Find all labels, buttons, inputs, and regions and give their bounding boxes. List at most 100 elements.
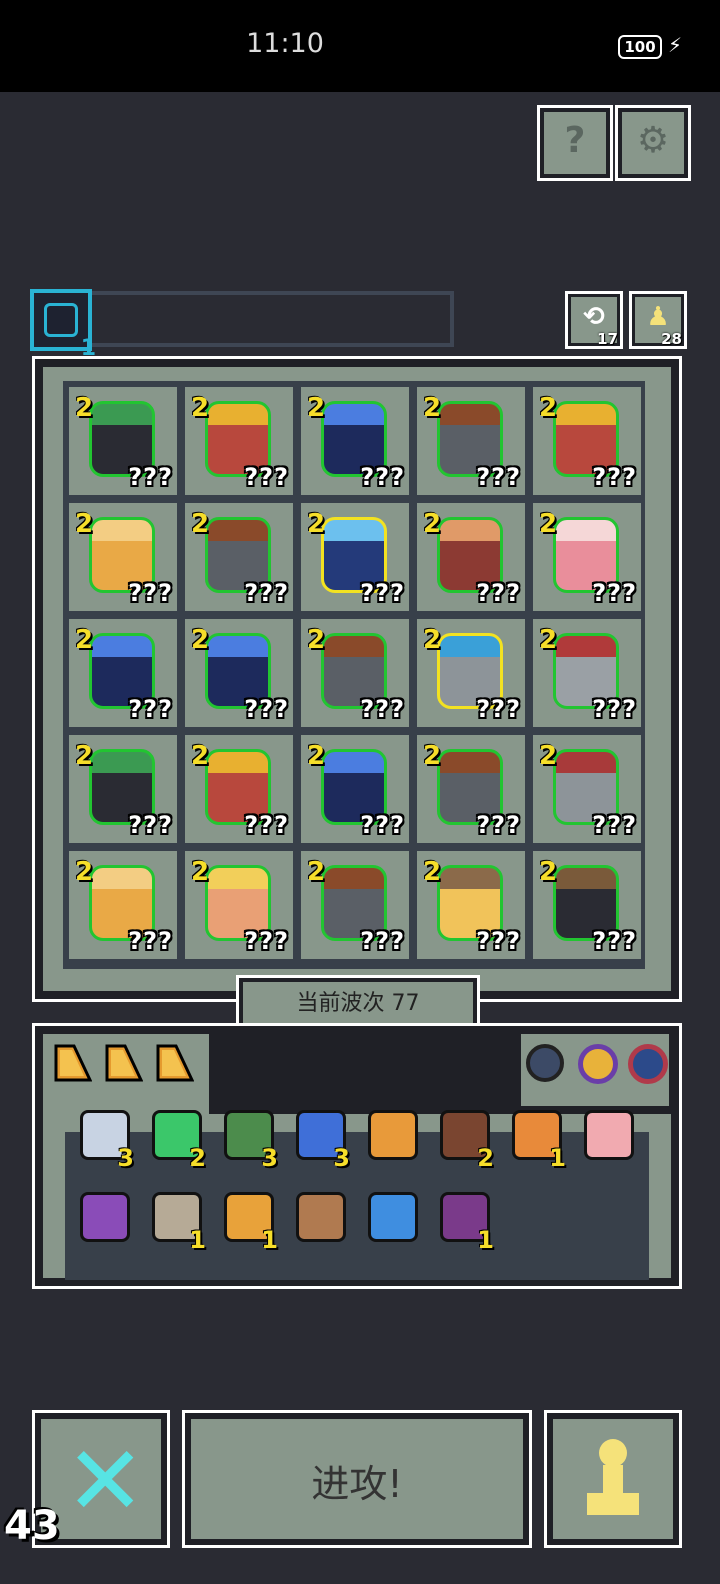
gold-ring-relic-icon[interactable] — [578, 1044, 618, 1084]
settings-button[interactable]: ⚙ — [615, 105, 691, 181]
unit-cell[interactable]: 2??? — [417, 503, 525, 611]
unit-cell[interactable]: 2??? — [533, 735, 641, 843]
gear-icon: ⚙ — [636, 120, 670, 161]
unit-level: 2 — [191, 857, 210, 887]
unit-level: 2 — [75, 393, 94, 423]
charging-icon: ⚡ — [668, 33, 683, 57]
unit-unknown-label: ??? — [244, 695, 289, 723]
item-count: 2 — [477, 1144, 494, 1172]
unit-cell[interactable]: 2??? — [301, 851, 409, 959]
unit-cell[interactable]: 2??? — [69, 619, 177, 727]
unit-cell[interactable]: 2??? — [185, 619, 293, 727]
unit-cell[interactable]: 2??? — [185, 851, 293, 959]
unit-level: 2 — [423, 857, 442, 887]
unit-level: 2 — [75, 625, 94, 655]
unit-cell[interactable]: 2??? — [185, 503, 293, 611]
inventory-item[interactable] — [288, 1186, 350, 1248]
unit-level: 2 — [191, 741, 210, 771]
feather-icon — [296, 1192, 346, 1242]
refresh-button[interactable]: ⟲ 17 — [565, 291, 623, 349]
item-count: 3 — [261, 1144, 278, 1172]
unit-unknown-label: ??? — [360, 927, 405, 955]
inventory-item[interactable] — [360, 1104, 422, 1166]
inventory-item[interactable]: 1 — [504, 1104, 566, 1172]
status-bar: 11:10 100 ⚡ — [0, 0, 720, 92]
inventory-item[interactable]: 2 — [432, 1104, 494, 1172]
unit-unknown-label: ??? — [128, 463, 173, 491]
gold-wedge-icon[interactable] — [54, 1044, 92, 1082]
unit-unknown-label: ??? — [476, 695, 521, 723]
unit-unknown-label: ??? — [476, 927, 521, 955]
attack-button[interactable]: 进攻! — [182, 1410, 532, 1548]
units-button[interactable]: ♟ 28 — [629, 291, 687, 349]
unit-cell[interactable]: 2??? — [417, 619, 525, 727]
unit-unknown-label: ??? — [476, 579, 521, 607]
gold-wedge-icon[interactable] — [105, 1044, 143, 1082]
unit-unknown-label: ??? — [360, 695, 405, 723]
unit-cell[interactable]: 2??? — [69, 851, 177, 959]
unit-unknown-label: ??? — [360, 463, 405, 491]
unit-level: 2 — [75, 741, 94, 771]
blue-flame-icon — [368, 1192, 418, 1242]
unit-level: 2 — [191, 393, 210, 423]
units-menu-button[interactable] — [544, 1410, 682, 1548]
item-count: 1 — [261, 1226, 278, 1254]
armor-relic-icon[interactable] — [526, 1044, 564, 1082]
help-button[interactable]: ? — [537, 105, 613, 181]
item-count: 1 — [549, 1144, 566, 1172]
question-icon: ? — [564, 120, 586, 161]
unit-cell[interactable]: 2??? — [69, 735, 177, 843]
inventory-item[interactable] — [576, 1104, 638, 1166]
unit-level: 2 — [539, 509, 558, 539]
unit-cell[interactable]: 2??? — [185, 387, 293, 495]
unit-cell[interactable]: 2??? — [533, 851, 641, 959]
unit-unknown-label: ??? — [360, 811, 405, 839]
unit-level: 2 — [307, 393, 326, 423]
crossed-swords-icon: ✕ — [65, 1425, 146, 1537]
unit-cell[interactable]: 2??? — [533, 503, 641, 611]
inventory-item[interactable] — [72, 1186, 134, 1248]
unit-unknown-label: ??? — [128, 811, 173, 839]
unit-cell[interactable]: 2??? — [301, 503, 409, 611]
inventory-item[interactable]: 1 — [432, 1186, 494, 1254]
unit-cell[interactable]: 2??? — [533, 619, 641, 727]
unit-cell[interactable]: 2??? — [417, 851, 525, 959]
unit-cell[interactable]: 2??? — [69, 387, 177, 495]
inventory-item[interactable]: 1 — [144, 1186, 206, 1254]
inventory-item[interactable]: 1 — [216, 1186, 278, 1254]
unit-unknown-label: ??? — [244, 579, 289, 607]
unit-level: 2 — [539, 857, 558, 887]
unit-count: 28 — [661, 330, 682, 348]
unit-cell[interactable]: 2??? — [301, 735, 409, 843]
crown-icon — [368, 1110, 418, 1160]
unit-cell[interactable]: 2??? — [533, 387, 641, 495]
unit-level: 2 — [75, 509, 94, 539]
unit-unknown-label: ??? — [592, 463, 637, 491]
ability-slot[interactable]: 1 — [30, 289, 96, 361]
unit-level: 2 — [539, 625, 558, 655]
unit-unknown-label: ??? — [128, 927, 173, 955]
unit-cell[interactable]: 2??? — [69, 503, 177, 611]
unit-unknown-label: ??? — [592, 811, 637, 839]
unit-cell[interactable]: 2??? — [417, 735, 525, 843]
unit-cell[interactable]: 2??? — [185, 735, 293, 843]
inventory-item[interactable]: 3 — [72, 1104, 134, 1172]
unit-level: 2 — [307, 741, 326, 771]
inventory-item[interactable]: 3 — [288, 1104, 350, 1172]
unit-unknown-label: ??? — [476, 811, 521, 839]
inventory-item[interactable] — [360, 1186, 422, 1248]
inventory-item[interactable]: 2 — [144, 1104, 206, 1172]
unit-level: 2 — [423, 509, 442, 539]
inventory-item[interactable]: 3 — [216, 1104, 278, 1172]
red-ring-relic-icon[interactable] — [628, 1044, 668, 1084]
unit-level: 2 — [191, 625, 210, 655]
unit-cell[interactable]: 2??? — [301, 619, 409, 727]
unit-unknown-label: ??? — [244, 811, 289, 839]
unit-unknown-label: ??? — [592, 579, 637, 607]
unit-cell[interactable]: 2??? — [417, 387, 525, 495]
unit-level: 2 — [539, 393, 558, 423]
unit-cell[interactable]: 2??? — [301, 387, 409, 495]
gold-wedge-icon[interactable] — [156, 1044, 194, 1082]
unit-level: 2 — [307, 625, 326, 655]
item-count: 1 — [189, 1226, 206, 1254]
